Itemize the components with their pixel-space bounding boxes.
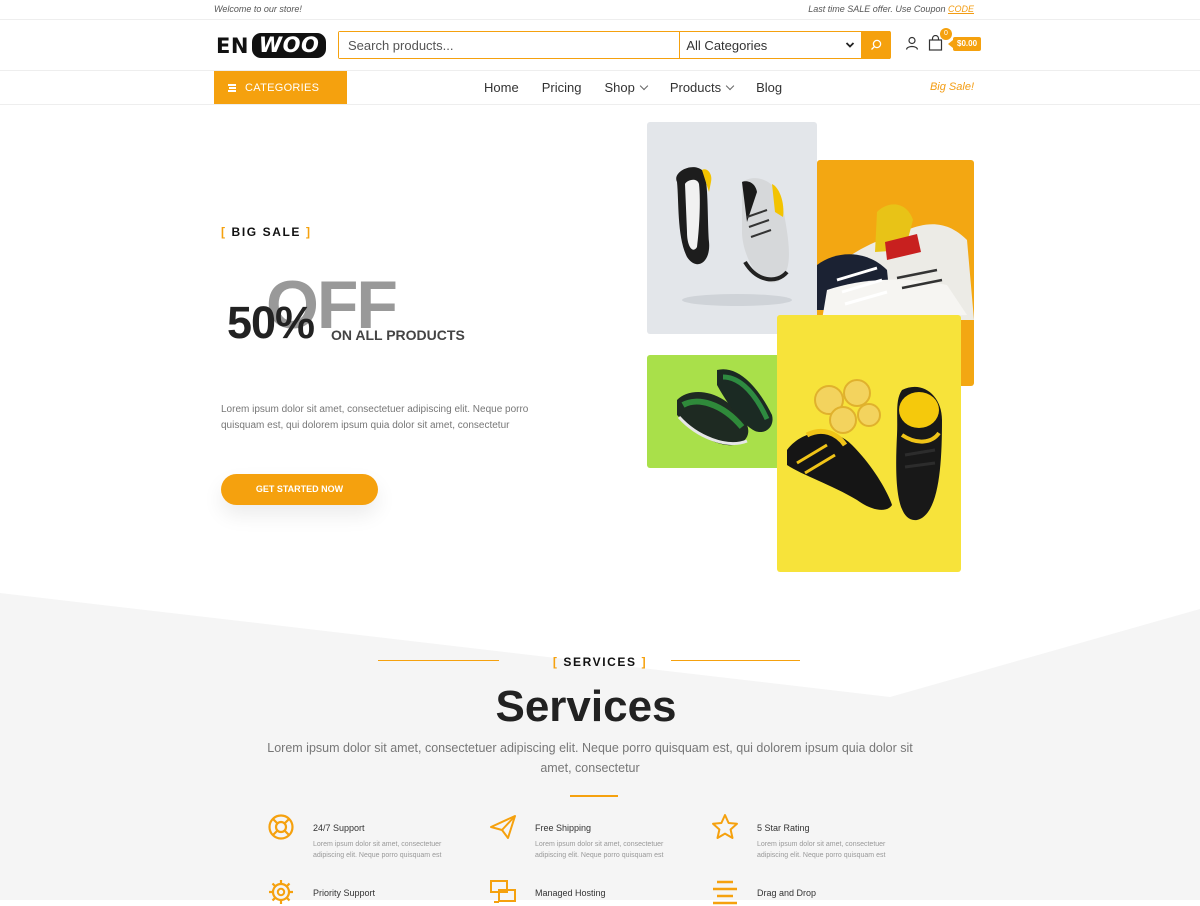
services-title: Services bbox=[495, 682, 677, 731]
nav-item-home[interactable]: Home bbox=[484, 80, 519, 95]
services-description: Lorem ipsum dolor sit amet, consectetuer… bbox=[267, 741, 913, 775]
bracket-open: [ bbox=[221, 225, 227, 239]
search-bar: All Categories bbox=[338, 31, 891, 59]
get-started-button[interactable]: GET STARTED NOW bbox=[221, 474, 378, 505]
header: EN WOO All Categories 0 $0.00 bbox=[0, 20, 1200, 71]
search-input[interactable] bbox=[339, 32, 680, 58]
site-logo[interactable]: EN WOO bbox=[216, 33, 327, 58]
services-tag: [ SERVICES ] bbox=[0, 655, 1200, 669]
nav-label: Shop bbox=[604, 80, 635, 95]
user-icon bbox=[905, 36, 919, 50]
feature-description: Lorem ipsum dolor sit amet, consectetuer… bbox=[757, 841, 886, 859]
feature-description: Lorem ipsum dolor sit amet, consectetuer… bbox=[535, 841, 664, 859]
coupon-link[interactable]: CODE bbox=[948, 4, 974, 14]
shoe-photo-green bbox=[647, 355, 780, 468]
hero-tag: [ BIG SALE ] bbox=[221, 225, 312, 239]
categories-button[interactable]: CATEGORIES bbox=[214, 71, 347, 104]
feature-description: Lorem ipsum dolor sit amet, consectetuer… bbox=[313, 841, 442, 859]
align-icon bbox=[713, 880, 737, 905]
bracket-open: [ bbox=[552, 655, 559, 669]
feature-title: 5 Star Rating bbox=[757, 823, 810, 833]
feature-title: Managed Hosting bbox=[535, 888, 606, 898]
account-button[interactable] bbox=[905, 36, 919, 55]
chevron-down-icon bbox=[639, 81, 649, 91]
feature-title: 24/7 Support bbox=[313, 823, 365, 833]
lifebuoy-icon bbox=[268, 814, 294, 840]
bracket-close: ] bbox=[305, 225, 312, 239]
nav-label: Home bbox=[484, 80, 519, 95]
chevron-down-icon bbox=[725, 81, 735, 91]
logo-en: EN bbox=[216, 33, 249, 58]
category-select-value: All Categories bbox=[686, 37, 768, 53]
main-navbar: CATEGORIES Home Pricing Shop Products Bl… bbox=[0, 71, 1200, 105]
star-icon bbox=[712, 814, 738, 839]
chevron-down-icon bbox=[845, 42, 855, 48]
nav-menu: Home Pricing Shop Products Blog bbox=[484, 71, 805, 104]
feature-title: Priority Support bbox=[313, 888, 376, 898]
nav-item-shop[interactable]: Shop bbox=[604, 80, 649, 95]
gear-icon bbox=[269, 880, 293, 904]
bracket-close: ] bbox=[641, 655, 648, 669]
hero-tag-text: BIG SALE bbox=[231, 225, 302, 239]
hero-discount-percent: 50% bbox=[227, 297, 315, 348]
welcome-text: Welcome to our store! bbox=[214, 4, 302, 14]
paper-plane-icon bbox=[490, 815, 516, 839]
feature-title: Drag and Drop bbox=[757, 888, 817, 898]
logo-woo: WOO bbox=[251, 33, 327, 58]
services-title-underline bbox=[570, 795, 618, 797]
category-list-icon bbox=[228, 83, 236, 92]
nav-item-blog[interactable]: Blog bbox=[756, 80, 782, 95]
cart-total[interactable]: $0.00 bbox=[947, 37, 982, 51]
nav-label: Blog bbox=[756, 80, 783, 95]
nav-item-pricing[interactable]: Pricing bbox=[542, 80, 582, 95]
offer-label: Last time SALE offer. Use Coupon bbox=[808, 4, 946, 14]
nav-label: Pricing bbox=[541, 80, 582, 95]
search-icon bbox=[870, 39, 881, 50]
shoe-photo-white bbox=[647, 122, 817, 334]
feature-title: Free Shipping bbox=[535, 823, 592, 833]
shoe-photo-yellow bbox=[777, 315, 961, 572]
cart-count-badge: 0 bbox=[940, 28, 952, 40]
big-sale-link[interactable]: Big Sale! bbox=[930, 81, 974, 93]
server-icon bbox=[490, 880, 516, 903]
categories-label: CATEGORIES bbox=[245, 81, 320, 94]
category-select[interactable]: All Categories bbox=[679, 32, 861, 58]
services-tag-text: SERVICES bbox=[563, 655, 637, 669]
nav-label: Products bbox=[669, 80, 722, 95]
top-bar: Welcome to our store! Last time SALE off… bbox=[0, 0, 1200, 20]
nav-item-products[interactable]: Products bbox=[669, 80, 735, 95]
hero-description: Lorem ipsum dolor sit amet, consectetuer… bbox=[221, 404, 529, 431]
search-button[interactable] bbox=[861, 31, 890, 59]
hero-on-all-products: ON ALL PRODUCTS bbox=[331, 327, 465, 343]
offer-text: Last time SALE offer. Use Coupon CODE bbox=[808, 4, 974, 14]
